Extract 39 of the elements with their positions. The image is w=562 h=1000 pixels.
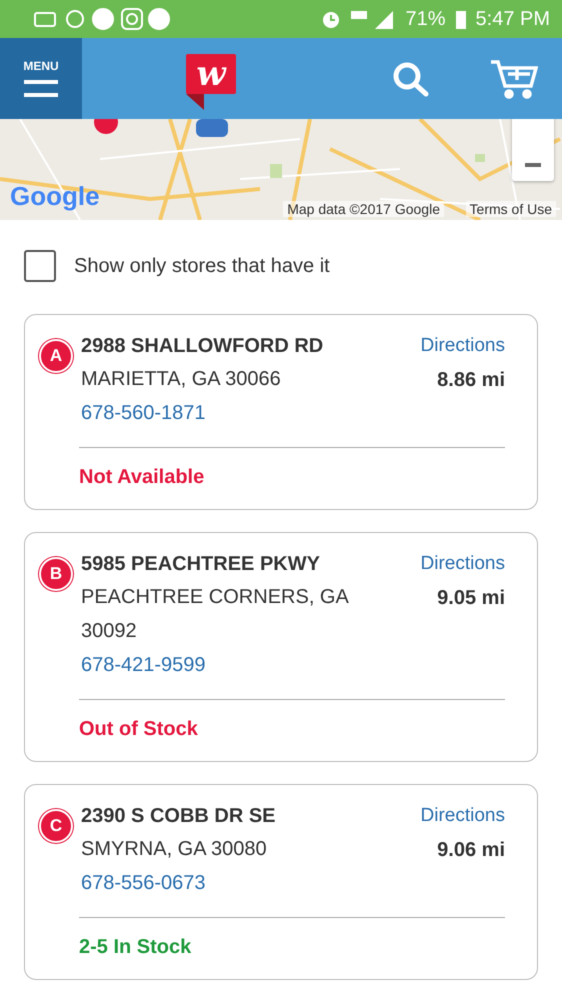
- stock-status: Out of Stock: [79, 718, 199, 741]
- stock-status: Not Available: [79, 466, 206, 489]
- alarm-icon: [321, 9, 342, 29]
- map-marker: A: [39, 339, 73, 373]
- checkbox[interactable]: [24, 250, 56, 282]
- map-attribution: Map data ©2017 Google: [283, 201, 444, 217]
- directions-link[interactable]: Directions: [420, 553, 505, 575]
- store-address: 5985 PEACHTREE PKWY: [81, 553, 321, 576]
- menu-icon[interactable]: [24, 78, 58, 98]
- store-card[interactable]: B 5985 PEACHTREE PKWY PEACHTREE CORNERS, GA 30092 678-421-9599 Directions 9.05 mi Out of Stock: [24, 532, 538, 762]
- distance: 8.86 mi: [437, 369, 505, 392]
- logo[interactable]: w: [186, 54, 236, 94]
- battery-icon: [456, 9, 466, 29]
- clock: 5:47 PM: [476, 8, 550, 30]
- map-logo: Google: [10, 181, 100, 212]
- store-city: SMYRNA, GA 30080: [81, 837, 268, 862]
- distance: 9.06 mi: [437, 839, 505, 862]
- phone-link[interactable]: 678-560-1871: [81, 402, 387, 425]
- menu-button[interactable]: MENU: [0, 38, 82, 119]
- cart-icon[interactable]: [490, 58, 538, 98]
- phone-link[interactable]: 678-556-0673: [81, 872, 387, 895]
- store-address: 2988 SHALLOWFORD RD: [81, 335, 324, 358]
- directions-link[interactable]: Directions: [420, 805, 505, 827]
- map-marker: C: [39, 809, 73, 843]
- search-icon[interactable]: [392, 60, 430, 96]
- store-card[interactable]: C 2390 S COBB DR SE SMYRNA, GA 30080 678-556-0673 Directions 9.06 mi 2-5 In Stock: [24, 784, 538, 980]
- store-city: PEACHTREE CORNERS, GA 30092: [81, 585, 350, 644]
- distance: 9.05 mi: [437, 587, 505, 610]
- battery-level: 71%: [405, 8, 446, 30]
- stock-status: 2-5 In Stock: [79, 936, 192, 959]
- store-city: MARIETTA, GA 30066: [81, 367, 282, 392]
- terms-link[interactable]: Terms of Use: [466, 201, 556, 217]
- map-marker: B: [39, 557, 73, 591]
- zoom-control[interactable]: [512, 119, 554, 181]
- checkbox-label[interactable]: Show only stores that have it: [74, 254, 330, 278]
- phone-link[interactable]: 678-421-9599: [81, 654, 387, 677]
- store-address: 2390 S COBB DR SE: [81, 805, 277, 828]
- directions-link[interactable]: Directions: [420, 335, 505, 357]
- store-card[interactable]: A 2988 SHALLOWFORD RD MARIETTA, GA 30066 678-560-1871 Directions 8.86 mi Not Available: [24, 314, 538, 510]
